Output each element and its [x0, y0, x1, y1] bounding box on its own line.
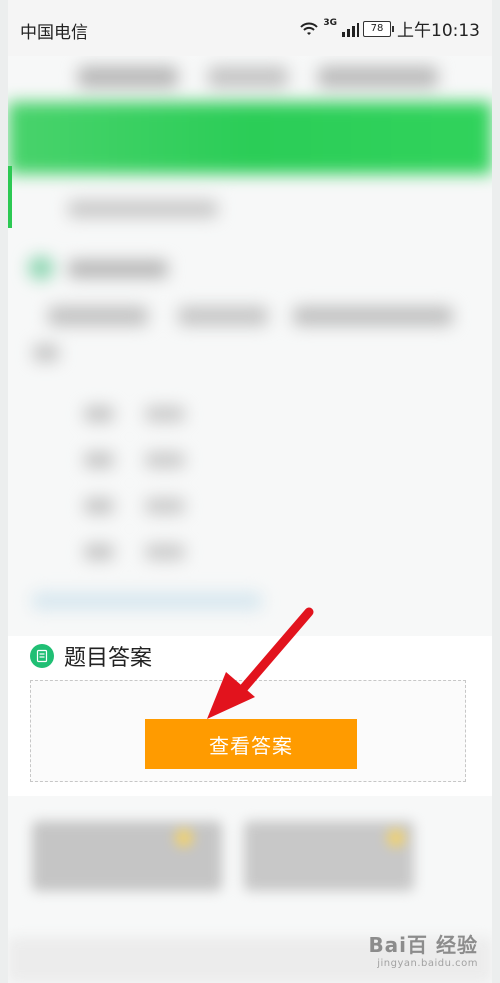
- status-time: 上午10:13: [397, 21, 480, 41]
- battery-icon: 78: [363, 20, 394, 37]
- blurred-row: [145, 406, 185, 422]
- bookmark-doc-icon: [30, 644, 54, 668]
- blurred-title-text: [68, 260, 168, 278]
- blurred-row: [84, 498, 114, 514]
- blurred-dot: [175, 829, 193, 847]
- blurred-row: [84, 544, 114, 560]
- green-side-accent: [8, 166, 12, 228]
- answer-title-row: 题目答案: [30, 636, 152, 676]
- blurred-header-item: [78, 66, 178, 88]
- blurred-content: [8, 56, 492, 636]
- network-tag: 3G: [323, 17, 337, 28]
- carrier-name: 中国电信: [20, 23, 88, 43]
- signal-bars-icon: [342, 22, 359, 37]
- bookmark-doc-icon-shape: [36, 649, 48, 663]
- blurred-row: [145, 452, 185, 468]
- watermark-url: jingyan.baidu.com: [377, 958, 478, 969]
- answer-box: 查看答案: [30, 680, 466, 782]
- blurred-thumbnail: [32, 821, 222, 891]
- blurred-row: [84, 406, 114, 422]
- section-title: 题目答案: [64, 646, 153, 671]
- blurred-header-item: [208, 66, 288, 88]
- blurred-row: [145, 498, 185, 514]
- blurred-subtitle: [68, 200, 218, 218]
- watermark: Bai百 经验 jingyan.baidu.com: [368, 929, 478, 969]
- status-bar: 中国电信 3G 78 上午10:13: [8, 0, 492, 56]
- status-right-group: 3G 78 上午10:13: [299, 16, 480, 41]
- status-icons: 3G 78: [299, 17, 394, 37]
- phone-screen: 中国电信 3G 78 上午10:13 题目答案 查看答案 Bai百 经验 jin…: [8, 0, 492, 983]
- blurred-dot: [387, 829, 405, 847]
- blurred-header-item: [318, 66, 438, 88]
- blurred-content-area: [8, 56, 492, 636]
- blurred-footer-line: [32, 592, 262, 610]
- blurred-badge: [28, 256, 54, 280]
- blurred-row: [84, 452, 114, 468]
- blurred-row: [48, 306, 148, 326]
- blurred-row: [145, 544, 185, 560]
- green-banner: [8, 102, 492, 174]
- watermark-main: Bai百 经验: [368, 933, 478, 957]
- view-answer-button[interactable]: 查看答案: [145, 719, 357, 769]
- wifi-icon: [300, 22, 319, 35]
- blurred-row: [178, 306, 268, 326]
- blurred-row: [33, 344, 59, 362]
- blurred-row: [293, 306, 453, 326]
- answer-card: 题目答案 查看答案: [8, 636, 492, 796]
